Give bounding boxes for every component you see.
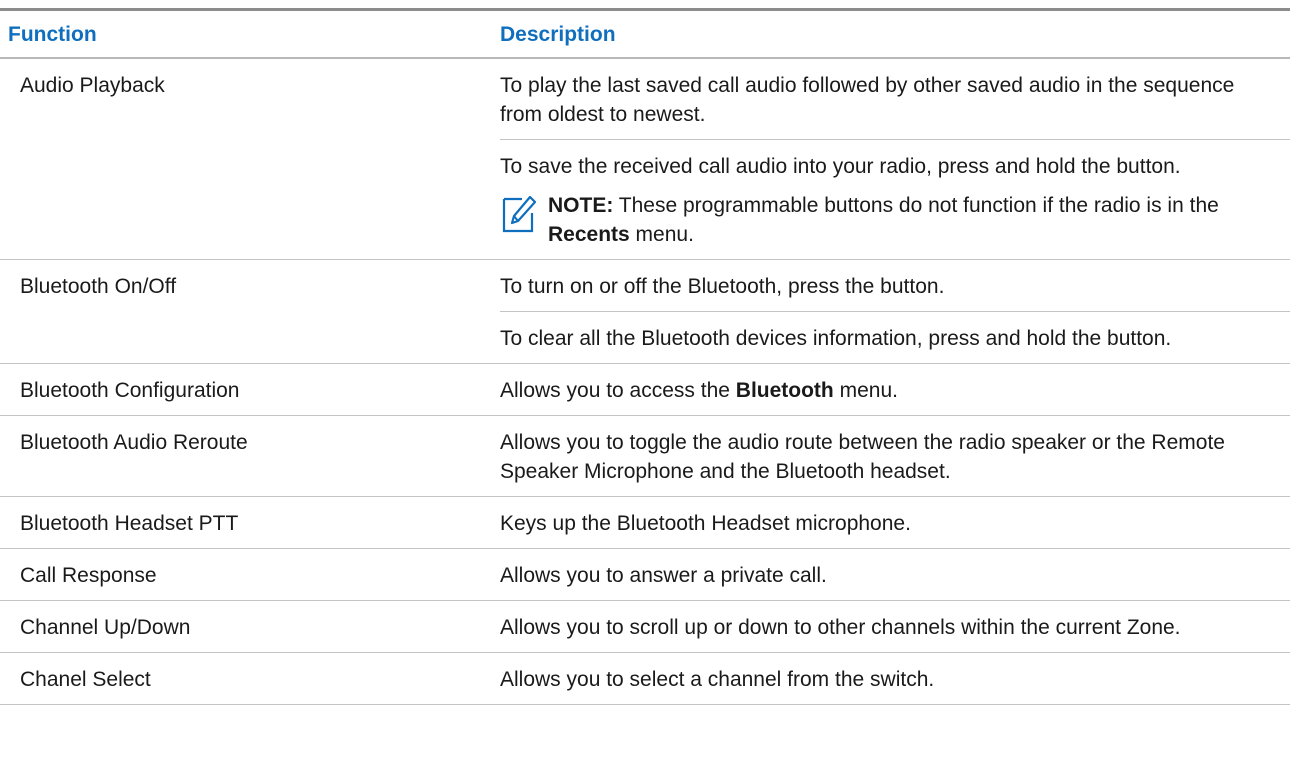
description-cell: Allows you to access the Bluetooth menu.: [492, 363, 1290, 416]
function-cell: Audio Playback: [0, 58, 492, 260]
note-text-after: menu.: [629, 223, 694, 246]
table-row: Bluetooth Audio Reroute Allows you to to…: [0, 415, 1290, 497]
table-row: Bluetooth On/Off To turn on or off the B…: [0, 259, 1290, 364]
table-row: Chanel Select Allows you to select a cha…: [0, 652, 1290, 705]
table-row: Call Response Allows you to answer a pri…: [0, 548, 1290, 601]
function-cell: Chanel Select: [0, 652, 492, 705]
description-cell: Allows you to answer a private call.: [492, 548, 1290, 601]
header-description: Description: [492, 8, 1290, 59]
function-cell: Bluetooth Configuration: [0, 363, 492, 416]
table-header-row: Function Description: [0, 8, 1290, 59]
description-cell: To play the last saved call audio follow…: [492, 58, 1290, 260]
function-cell: Bluetooth Audio Reroute: [0, 415, 492, 497]
description-cell: Keys up the Bluetooth Headset microphone…: [492, 496, 1290, 549]
function-cell: Call Response: [0, 548, 492, 601]
desc-text-after: menu.: [833, 379, 898, 402]
description-cell: Allows you to scroll up or down to other…: [492, 600, 1290, 653]
function-cell: Bluetooth Headset PTT: [0, 496, 492, 549]
description-cell: Allows you to select a channel from the …: [492, 652, 1290, 705]
header-function: Function: [0, 8, 492, 59]
note-text-before: These programmable buttons do not functi…: [613, 194, 1219, 217]
description-paragraph: Allows you to access the Bluetooth menu.: [500, 364, 1290, 415]
desc-bold-menu: Bluetooth: [735, 379, 834, 402]
document-page: Function Description Audio Playback To p…: [0, 0, 1296, 773]
function-cell: Bluetooth On/Off: [0, 259, 492, 364]
table-row: Channel Up/Down Allows you to scroll up …: [0, 600, 1290, 653]
desc-text-before: Allows you to access the: [500, 379, 736, 402]
description-paragraph: To play the last saved call audio follow…: [500, 74, 1235, 126]
note-text: NOTE: These programmable buttons do not …: [548, 191, 1260, 249]
description-paragraph: To turn on or off the Bluetooth, press t…: [500, 275, 945, 298]
description-paragraph: To save the received call audio into you…: [500, 139, 1290, 187]
function-table: Function Description Audio Playback To p…: [0, 8, 1290, 705]
description-paragraph: Keys up the Bluetooth Headset microphone…: [500, 512, 911, 535]
note-pencil-icon: [502, 195, 537, 233]
description-cell: To turn on or off the Bluetooth, press t…: [492, 259, 1290, 364]
table-row: Bluetooth Headset PTT Keys up the Blueto…: [0, 496, 1290, 549]
description-paragraph: Allows you to answer a private call.: [500, 564, 827, 587]
table-row: Audio Playback To play the last saved ca…: [0, 58, 1290, 260]
table-row: Bluetooth Configuration Allows you to ac…: [0, 363, 1290, 416]
note-block: NOTE: These programmable buttons do not …: [500, 187, 1290, 259]
description-paragraph: To clear all the Bluetooth devices infor…: [500, 311, 1290, 363]
description-cell: Allows you to toggle the audio route bet…: [492, 415, 1290, 497]
description-paragraph: Allows you to select a channel from the …: [500, 668, 935, 691]
note-label: NOTE:: [548, 194, 614, 217]
description-paragraph: Allows you to toggle the audio route bet…: [500, 431, 1225, 483]
note-bold-menu: Recents: [548, 223, 630, 246]
description-paragraph: Allows you to scroll up or down to other…: [500, 616, 1181, 639]
function-cell: Channel Up/Down: [0, 600, 492, 653]
